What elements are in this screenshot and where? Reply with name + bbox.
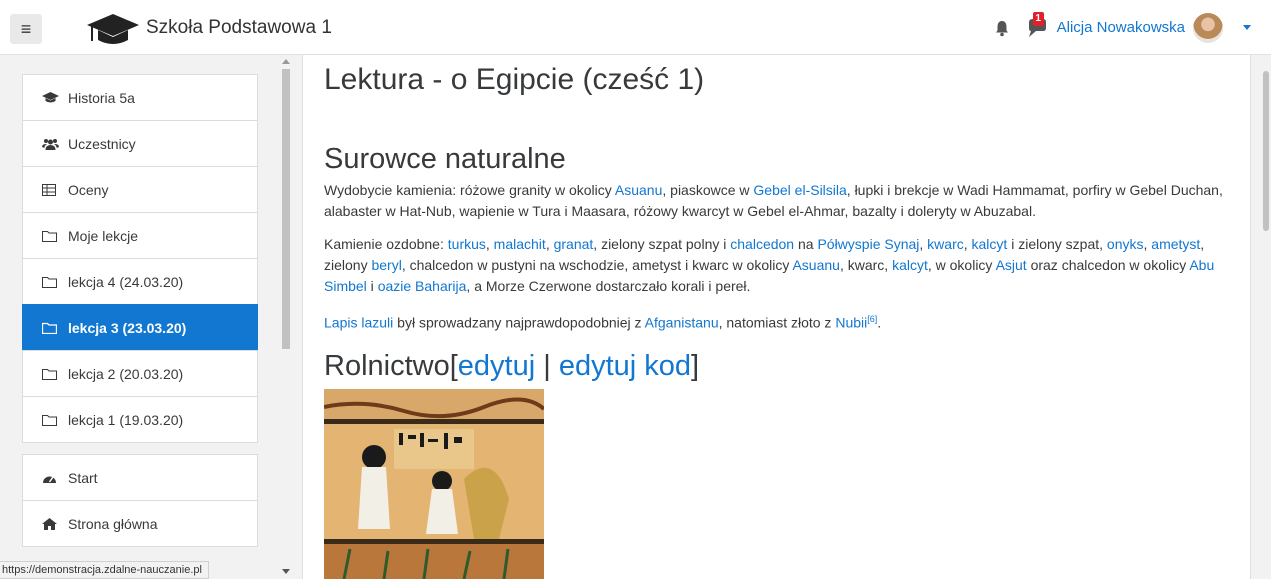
users-icon [42, 138, 60, 150]
sidebar-item-label: lekcja 2 (20.03.20) [68, 365, 184, 382]
user-avatar[interactable] [1193, 12, 1223, 43]
sidebar-item-label: lekcja 4 (24.03.20) [68, 273, 184, 290]
page-scroll-thumb[interactable] [1263, 71, 1269, 231]
reference-link[interactable]: [6] [867, 314, 877, 324]
sidebar-item-label: lekcja 1 (19.03.20) [68, 411, 184, 428]
sidebar-navigation: Historia 5a Uczestnicy Oceny Moje lekcje… [8, 55, 290, 579]
folder-icon [42, 230, 60, 242]
page-scrollbar[interactable] [1262, 55, 1271, 579]
edit-link[interactable]: edytuj [458, 350, 535, 382]
table-icon [42, 183, 60, 196]
sidebar-item-label: Moje lekcje [68, 227, 139, 244]
dashboard-icon [42, 472, 60, 484]
sidebar-item-home[interactable]: Strona główna [22, 500, 258, 547]
paragraph-ornamental-stones: Kamienie ozdobne: turkus, malachit, gran… [324, 236, 1215, 294]
scroll-up-arrow-icon[interactable] [282, 59, 290, 64]
sidebar-item-label: Uczestnicy [68, 135, 136, 152]
status-bar-url: https://demonstracja.zdalne-nauczanie.pl [0, 561, 209, 579]
paragraph-stone-mining: Wydobycie kamienia: różowe granity w oko… [324, 182, 1223, 219]
folder-icon [42, 414, 60, 426]
section-heading-agriculture: Rolnictwo[edytuj | edytuj kod] [324, 349, 700, 382]
link-asuan-2[interactable]: Asuanu [792, 257, 839, 273]
folder-icon [42, 322, 60, 334]
sidebar-item-participants[interactable]: Uczestnicy [22, 120, 258, 167]
graduation-cap-icon [42, 91, 60, 104]
sidebar-item-lesson-1[interactable]: lekcja 1 (19.03.20) [22, 396, 258, 443]
link-polwysep-synaj[interactable]: Półwyspie Synaj [817, 236, 919, 252]
sidebar-item-dashboard[interactable]: Start [22, 454, 258, 501]
main-content: Lektura - o Egipcie (cześć 1) Surowce na… [302, 55, 1251, 579]
link-onyks[interactable]: onyks [1107, 236, 1144, 252]
section-heading-natural-resources: Surowce naturalne [324, 143, 566, 175]
link-kalcyt-2[interactable]: kalcyt [892, 257, 928, 273]
graduation-cap-logo-icon[interactable] [86, 11, 140, 47]
sidebar-item-lesson-3[interactable]: lekcja 3 (23.03.20) [22, 304, 258, 351]
folder-icon [42, 368, 60, 380]
link-malachit[interactable]: malachit [494, 236, 546, 252]
link-lapis-lazuli[interactable]: Lapis lazuli [324, 315, 393, 331]
sidebar-item-lesson-2[interactable]: lekcja 2 (20.03.20) [22, 350, 258, 397]
link-afganistan[interactable]: Afganistanu [645, 315, 719, 331]
link-ametyst[interactable]: ametyst [1151, 236, 1200, 252]
sidebar-item-label: Historia 5a [68, 89, 135, 106]
folder-icon [42, 276, 60, 288]
sidebar-item-label: Strona główna [68, 515, 158, 532]
user-menu-caret-icon[interactable] [1243, 25, 1251, 30]
messages-button[interactable]: 1 [1025, 11, 1047, 38]
egyptian-fresco-image [324, 388, 544, 579]
home-icon [42, 517, 60, 530]
link-beryl[interactable]: beryl [371, 257, 401, 273]
link-asjut[interactable]: Asjut [996, 257, 1027, 273]
link-kalcyt[interactable]: kalcyt [972, 236, 1008, 252]
sidebar-item-label: Oceny [68, 181, 109, 198]
sidebar-item-my-lessons[interactable]: Moje lekcje [22, 212, 258, 259]
sidebar-item-lesson-4[interactable]: lekcja 4 (24.03.20) [22, 258, 258, 305]
link-asuan[interactable]: Asuanu [615, 182, 662, 198]
sidebar-scrollbar[interactable] [280, 55, 290, 579]
notification-bell-icon[interactable] [993, 19, 1011, 37]
scroll-down-arrow-icon[interactable] [282, 569, 290, 574]
link-nubia[interactable]: Nubii [835, 315, 867, 331]
top-navbar: ≡ Szkoła Podstawowa 1 1 Alicja Nowakowsk… [0, 0, 1271, 55]
link-oaza-baharija[interactable]: oazie Baharija [378, 278, 467, 294]
link-gebel-el-silsila[interactable]: Gebel el-Silsila [753, 182, 846, 198]
menu-toggle-button[interactable]: ≡ [10, 14, 42, 44]
message-count-badge: 1 [1032, 11, 1044, 26]
sidebar-item-label: Start [68, 469, 98, 486]
link-turkus[interactable]: turkus [448, 236, 486, 252]
paragraph-lapis-gold: Lapis lazuli był sprowadzany najprawdopo… [324, 314, 882, 331]
link-chalcedon[interactable]: chalcedon [730, 236, 794, 252]
site-name[interactable]: Szkoła Podstawowa 1 [146, 17, 332, 39]
link-kwarc[interactable]: kwarc [927, 236, 964, 252]
page-title: Lektura - o Egipcie (cześć 1) [324, 63, 705, 96]
sidebar-item-course[interactable]: Historia 5a [22, 74, 258, 121]
sidebar-item-label: lekcja 3 (23.03.20) [68, 319, 187, 336]
edit-code-link[interactable]: edytuj kod [559, 350, 691, 382]
sidebar-scroll-thumb[interactable] [282, 69, 290, 349]
sidebar-item-grades[interactable]: Oceny [22, 166, 258, 213]
link-granat[interactable]: granat [554, 236, 594, 252]
user-name-link[interactable]: Alicja Nowakowska [1057, 19, 1185, 36]
